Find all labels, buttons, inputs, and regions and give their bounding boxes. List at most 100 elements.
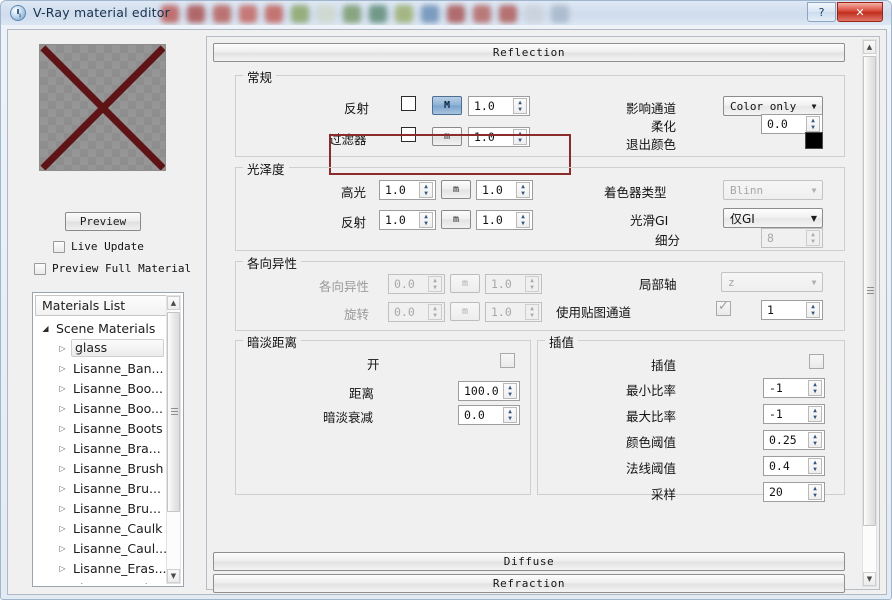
- tree-item[interactable]: ▷Lisanne_Boo...: [35, 378, 167, 398]
- anisotropy-map-button[interactable]: m: [450, 274, 480, 293]
- tree-item[interactable]: ▷Lisanne_Caulk: [35, 518, 167, 538]
- scroll-up-icon[interactable]: ▲: [167, 296, 180, 310]
- materials-list-scrollbar[interactable]: ▲ ▼: [166, 295, 181, 584]
- rotation-map-button[interactable]: m: [450, 302, 480, 321]
- tree-collapsed-icon[interactable]: ▷: [57, 344, 68, 353]
- dim-distance-spinner[interactable]: 100.0 ▲▼: [458, 381, 520, 401]
- anisotropy-map-spinner[interactable]: 1.0 ▲▼: [485, 274, 542, 294]
- filter-value-spinner[interactable]: 1.0 ▲▼: [468, 127, 530, 147]
- chevron-down-icon[interactable]: ▼: [806, 214, 822, 223]
- shader-type-dropdown[interactable]: Blinn ▼: [723, 180, 823, 200]
- scroll-down-icon[interactable]: ▼: [863, 572, 876, 586]
- use-map-channel-spinner[interactable]: 1 ▲▼: [761, 300, 823, 320]
- use-map-channel-checkbox[interactable]: [716, 301, 731, 316]
- tree-item[interactable]: ▷Lisanne_Ban...: [35, 358, 167, 378]
- material-preview-thumbnail[interactable]: [39, 44, 166, 171]
- tree-item[interactable]: ◢Scene Materials: [35, 318, 167, 338]
- dim-falloff-spinner[interactable]: 0.0 ▲▼: [458, 405, 520, 425]
- spinner-arrows-icon[interactable]: ▲▼: [419, 182, 433, 198]
- reflect-checkbox[interactable]: [401, 96, 416, 111]
- gloss-reflect-spinner[interactable]: 1.0 ▲▼: [379, 210, 436, 230]
- tree-collapsed-icon[interactable]: ▷: [57, 404, 68, 413]
- glossy-gi-dropdown[interactable]: 仅GI ▼: [723, 208, 823, 228]
- highlight-map-button[interactable]: m: [441, 180, 471, 199]
- highlight-map-spinner[interactable]: 1.0 ▲▼: [476, 180, 533, 200]
- scrollbar-thumb[interactable]: [167, 312, 180, 512]
- live-update-checkbox[interactable]: [53, 241, 65, 253]
- tree-expanded-icon[interactable]: ◢: [40, 324, 51, 333]
- tree-collapsed-icon[interactable]: ▷: [57, 584, 68, 585]
- spinner-arrows-icon[interactable]: ▲▼: [525, 304, 539, 320]
- filter-checkbox[interactable]: [401, 127, 416, 142]
- reflect-map-button[interactable]: M: [432, 96, 462, 115]
- spinner-arrows-icon[interactable]: ▲▼: [428, 276, 442, 292]
- affect-channels-dropdown[interactable]: Color only ▼: [723, 96, 823, 116]
- scroll-up-icon[interactable]: ▲: [863, 40, 876, 54]
- gloss-reflect-map-spinner[interactable]: 1.0 ▲▼: [476, 210, 533, 230]
- spinner-arrows-icon[interactable]: ▲▼: [808, 380, 822, 396]
- tree-item[interactable]: ▷Lisanne_Caul...: [35, 538, 167, 558]
- spinner-arrows-icon[interactable]: ▲▼: [525, 276, 539, 292]
- anisotropy-spinner[interactable]: 0.0 ▲▼: [388, 274, 445, 294]
- subdivs-spinner[interactable]: 8 ▲▼: [761, 228, 823, 248]
- close-button[interactable]: ✕: [837, 2, 883, 22]
- help-button[interactable]: ?: [807, 2, 836, 22]
- tree-collapsed-icon[interactable]: ▷: [57, 544, 68, 553]
- preview-full-material-row[interactable]: Preview Full Material: [34, 262, 191, 275]
- normal-threshold-spinner[interactable]: 0.4 ▲▼: [763, 456, 825, 476]
- preview-full-material-checkbox[interactable]: [34, 263, 46, 275]
- spinner-arrows-icon[interactable]: ▲▼: [516, 212, 530, 228]
- reflect-value-spinner[interactable]: 1.0 ▲▼: [468, 96, 530, 116]
- spinner-arrows-icon[interactable]: ▲▼: [503, 407, 517, 423]
- tree-item[interactable]: ▷Lisanne_Bru...: [35, 478, 167, 498]
- rollout-refraction[interactable]: Refraction: [213, 574, 845, 593]
- gloss-reflect-map-button[interactable]: m: [441, 210, 471, 229]
- tree-collapsed-icon[interactable]: ▷: [57, 444, 68, 453]
- tree-collapsed-icon[interactable]: ▷: [57, 364, 68, 373]
- spinner-arrows-icon[interactable]: ▲▼: [808, 484, 822, 500]
- soften-spinner[interactable]: 0.0 ▲▼: [761, 114, 823, 134]
- preview-button[interactable]: Preview: [65, 212, 141, 231]
- spinner-arrows-icon[interactable]: ▲▼: [808, 432, 822, 448]
- spinner-arrows-icon[interactable]: ▲▼: [808, 458, 822, 474]
- spinner-arrows-icon[interactable]: ▲▼: [516, 182, 530, 198]
- tree-item[interactable]: ▷Lisanne_Boots: [35, 418, 167, 438]
- interp-checkbox[interactable]: [809, 354, 824, 369]
- spinner-arrows-icon[interactable]: ▲▼: [513, 98, 527, 114]
- spinner-arrows-icon[interactable]: ▲▼: [806, 116, 820, 132]
- chevron-down-icon[interactable]: ▼: [806, 278, 822, 287]
- spinner-arrows-icon[interactable]: ▲▼: [428, 304, 442, 320]
- spinner-arrows-icon[interactable]: ▲▼: [806, 230, 820, 246]
- tree-item[interactable]: ▷Lisanne_Brush: [35, 458, 167, 478]
- tree-collapsed-icon[interactable]: ▷: [57, 564, 68, 573]
- tree-item[interactable]: ▷Lisanne_Hair: [35, 578, 167, 584]
- rollout-reflection[interactable]: Reflection: [213, 43, 845, 62]
- spinner-arrows-icon[interactable]: ▲▼: [806, 302, 820, 318]
- live-update-row[interactable]: Live Update: [53, 240, 144, 253]
- tree-item[interactable]: ▷Lisanne_Bra...: [35, 438, 167, 458]
- parameters-scrollbar[interactable]: ▲ ▼: [862, 39, 877, 587]
- spinner-arrows-icon[interactable]: ▲▼: [503, 383, 517, 399]
- exit-color-swatch[interactable]: [805, 132, 823, 149]
- materials-tree[interactable]: ◢Scene Materials▷glass▷Lisanne_Ban...▷Li…: [35, 317, 167, 584]
- local-axis-dropdown[interactable]: z ▼: [721, 272, 823, 292]
- tree-collapsed-icon[interactable]: ▷: [57, 484, 68, 493]
- tree-item[interactable]: ▷Lisanne_Eras...: [35, 558, 167, 578]
- color-threshold-spinner[interactable]: 0.25 ▲▼: [763, 430, 825, 450]
- min-rate-spinner[interactable]: -1 ▲▼: [763, 378, 825, 398]
- tree-item[interactable]: ▷glass: [35, 338, 167, 358]
- rollout-diffuse[interactable]: Diffuse: [213, 552, 845, 571]
- highlight-spinner[interactable]: 1.0 ▲▼: [379, 180, 436, 200]
- tree-collapsed-icon[interactable]: ▷: [57, 384, 68, 393]
- spinner-arrows-icon[interactable]: ▲▼: [808, 406, 822, 422]
- tree-collapsed-icon[interactable]: ▷: [57, 524, 68, 533]
- filter-map-button[interactable]: m: [432, 127, 462, 146]
- spinner-arrows-icon[interactable]: ▲▼: [513, 129, 527, 145]
- tree-collapsed-icon[interactable]: ▷: [57, 504, 68, 513]
- scrollbar-thumb[interactable]: [863, 56, 876, 526]
- dim-on-checkbox[interactable]: [500, 353, 515, 368]
- scroll-down-icon[interactable]: ▼: [167, 569, 180, 583]
- tree-item[interactable]: ▷Lisanne_Boo...: [35, 398, 167, 418]
- rotation-spinner[interactable]: 0.0 ▲▼: [388, 302, 445, 322]
- spinner-arrows-icon[interactable]: ▲▼: [419, 212, 433, 228]
